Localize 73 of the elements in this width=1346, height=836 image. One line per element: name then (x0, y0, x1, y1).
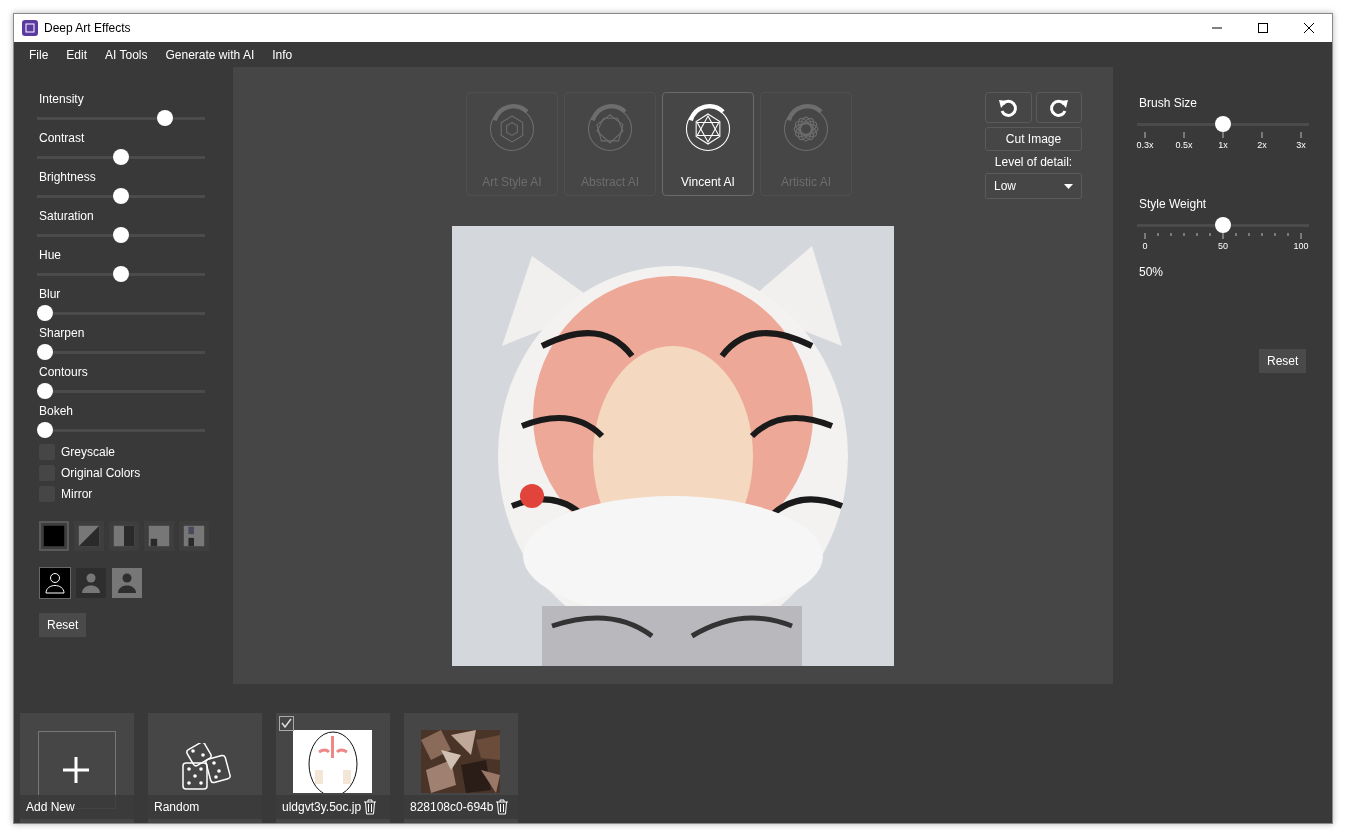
mask-mode-button[interactable] (179, 521, 209, 551)
mask-mode-button[interactable] (74, 521, 104, 551)
mask-mode-button[interactable] (39, 521, 69, 551)
style-button[interactable]: Vincent AI (662, 92, 754, 196)
menu-item[interactable]: Info (265, 47, 300, 62)
gallery-tile[interactable]: Random (148, 713, 262, 823)
rotate-left-button[interactable] (985, 92, 1032, 123)
slider-label: Sharpen (39, 326, 86, 341)
tile-label: Add New (26, 800, 75, 814)
tick-label: 100 (1293, 240, 1309, 253)
checkbox-label: Greyscale (61, 444, 116, 460)
menu-item[interactable]: AI Tools (98, 47, 155, 62)
slider-thumb[interactable] (1215, 217, 1231, 233)
slider-label: Style Weight (1139, 197, 1207, 212)
trash-icon[interactable] (495, 799, 510, 815)
rotate-right-button[interactable] (1035, 92, 1082, 123)
slider-thumb[interactable] (37, 305, 53, 321)
detail-dropdown[interactable]: Low (985, 173, 1082, 199)
mask-mode-button[interactable] (109, 521, 139, 551)
cut-image-button[interactable]: Cut Image (985, 127, 1082, 151)
tick-label: 1x (1218, 139, 1228, 152)
plus-icon (61, 755, 91, 785)
slider-label: Contrast (39, 131, 86, 146)
slider-label: Brightness (39, 170, 97, 185)
menu-item[interactable]: Edit (59, 47, 95, 62)
slider-thumb[interactable] (1215, 116, 1231, 132)
gallery-tile[interactable]: 828108c0-694b (404, 713, 518, 823)
weight-value: 50% (1139, 265, 1165, 279)
trash-icon[interactable] (363, 799, 378, 815)
checkbox-label: Original Colors (61, 465, 141, 481)
mask-mode-button[interactable] (144, 521, 174, 551)
reset-button[interactable]: Reset (39, 613, 87, 637)
subject-mode-button[interactable] (39, 567, 71, 599)
close-icon (1304, 23, 1314, 33)
rotate-right-icon (1048, 97, 1069, 118)
menu-item[interactable]: Generate with AI (158, 47, 262, 62)
tile-label: Random (154, 800, 200, 814)
tile-label: uldgvt3y.5oc.jp (282, 800, 362, 814)
tick-label: 3x (1296, 139, 1306, 152)
tick-label: 0.5x (1175, 139, 1193, 152)
slider-label: Bokeh (39, 404, 75, 419)
tick-label: 0.3x (1136, 139, 1154, 152)
slider-thumb[interactable] (37, 344, 53, 360)
slider-label: Blur (39, 287, 62, 302)
tile-label: 828108c0-694b (410, 800, 494, 814)
slider-thumb[interactable] (113, 149, 129, 165)
slider-label: Brush Size (1139, 96, 1198, 111)
checkbox[interactable] (279, 716, 294, 731)
tick-label: 0 (1142, 240, 1148, 253)
dice-icon (181, 743, 233, 791)
caret-icon (1064, 183, 1073, 189)
reset-button[interactable]: Reset (1259, 349, 1307, 373)
maximize-icon (1258, 23, 1268, 33)
detail-label: Level of detail: (993, 155, 1074, 169)
slider-label: Contours (39, 365, 89, 380)
slider-thumb[interactable] (113, 188, 129, 204)
slider-thumb[interactable] (113, 266, 129, 282)
tick-label: 50 (1218, 240, 1228, 253)
app-icon (22, 20, 38, 36)
slider-label: Hue (39, 248, 62, 263)
slider-thumb[interactable] (37, 383, 53, 399)
slider-label: Intensity (39, 92, 85, 107)
tick-label: 2x (1257, 139, 1267, 152)
gallery-tile[interactable]: uldgvt3y.5oc.jp (276, 713, 390, 823)
slider-thumb[interactable] (113, 227, 129, 243)
menu-item[interactable]: File (22, 47, 56, 62)
slider-thumb[interactable] (157, 110, 174, 126)
slider-thumb[interactable] (37, 422, 53, 438)
window-title: Deep Art Effects (44, 21, 131, 35)
gallery-tile[interactable]: Add New (20, 713, 134, 823)
slider-label: Saturation (39, 209, 95, 224)
checkbox-label: Mirror (61, 486, 93, 502)
rotate-left-icon (998, 97, 1019, 118)
